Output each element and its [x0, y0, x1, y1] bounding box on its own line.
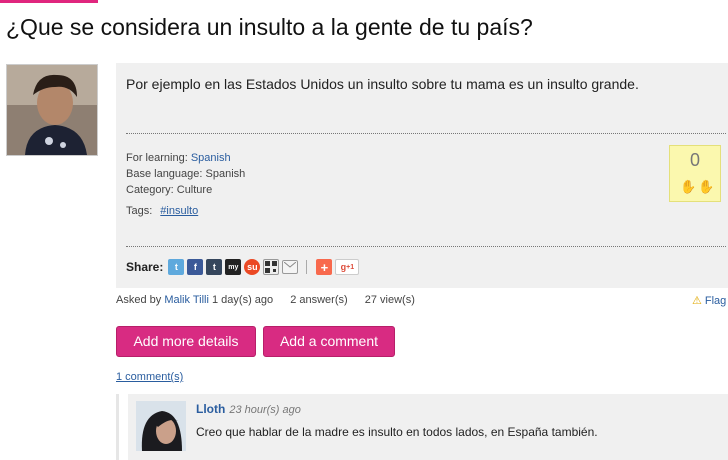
- for-learning: For learning: Spanish: [126, 152, 231, 164]
- question-body: Por ejemplo en las Estados Unidos un ins…: [126, 76, 639, 92]
- share-separator: [306, 260, 308, 274]
- views-count: 27 view(s): [364, 294, 415, 306]
- google-plus-icon[interactable]: g +1: [335, 259, 360, 275]
- vote-box: 0 ✋ ✋: [669, 145, 721, 202]
- qr-code-icon[interactable]: [263, 259, 280, 275]
- comment-time: 23 hour(s) ago: [229, 404, 301, 416]
- base-language: Base language: Spanish: [126, 168, 246, 180]
- comment-item: Lloth 23 hour(s) ago Creo que hablar de l…: [128, 394, 728, 460]
- commenter-avatar[interactable]: [136, 401, 186, 451]
- asker-avatar[interactable]: [6, 64, 98, 156]
- answers-count: 2 answer(s): [290, 294, 348, 306]
- asked-time: 1 day(s) ago: [208, 294, 274, 306]
- share-label: Share:: [126, 260, 164, 274]
- asked-prefix: Asked by: [116, 294, 165, 306]
- for-learning-link[interactable]: Spanish: [191, 152, 231, 164]
- tags-label: Tags:: [126, 205, 153, 217]
- stumbleupon-icon[interactable]: su: [244, 259, 261, 275]
- flag-link[interactable]: ⚠ Flag: [692, 294, 726, 307]
- top-accent-bar: [0, 0, 98, 3]
- thumbs-down-icon[interactable]: ✋: [698, 179, 714, 195]
- category: Category: Culture: [126, 184, 213, 196]
- flag-label: Flag: [704, 295, 727, 307]
- comment-indent-bar: [116, 394, 119, 460]
- tags-row: Tags: #insulto: [126, 205, 198, 217]
- warning-icon: ⚠: [692, 295, 702, 307]
- comment-author-link[interactable]: Lloth: [196, 402, 225, 416]
- for-learning-label: For learning:: [126, 152, 191, 164]
- facebook-icon[interactable]: f: [187, 259, 204, 275]
- divider: [126, 246, 726, 247]
- add-details-button[interactable]: Add more details: [116, 326, 256, 357]
- tumblr-icon[interactable]: t: [206, 259, 223, 275]
- comments-count-link[interactable]: 1 comment(s): [116, 371, 183, 383]
- tag-link[interactable]: #insulto: [160, 205, 198, 217]
- comment-text: Creo que hablar de la madre es insulto e…: [196, 425, 598, 439]
- vote-count: 0: [689, 150, 700, 170]
- asker-link[interactable]: Malik Tilli: [164, 294, 209, 306]
- thumbs-up-icon[interactable]: ✋: [680, 179, 696, 195]
- asked-info: Asked by Malik Tilli 1 day(s) ago 2 answ…: [116, 294, 415, 306]
- add-comment-button[interactable]: Add a comment: [263, 326, 395, 357]
- comment-author: Lloth 23 hour(s) ago: [196, 402, 301, 416]
- myspace-icon[interactable]: my: [225, 259, 242, 275]
- share-bar: Share: t f t my su + g +1: [126, 259, 360, 275]
- question-box: Por ejemplo en las Estados Unidos un ins…: [116, 63, 728, 288]
- divider: [126, 133, 726, 134]
- google-plus-text: +1: [346, 263, 355, 271]
- email-icon[interactable]: [282, 260, 299, 274]
- twitter-icon[interactable]: t: [168, 259, 185, 275]
- addthis-icon[interactable]: +: [316, 259, 333, 275]
- page-title: ¿Que se considera un insulto a la gente …: [6, 14, 533, 40]
